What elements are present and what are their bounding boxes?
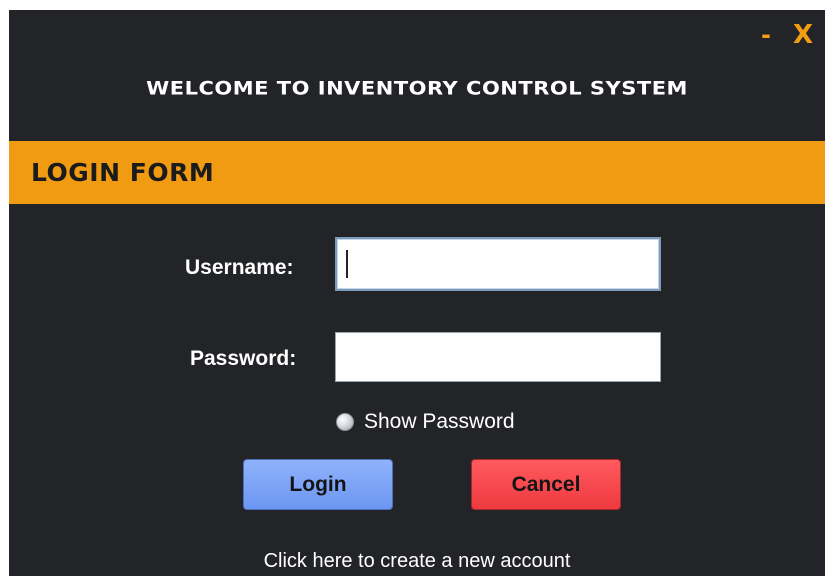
username-input[interactable] [335, 237, 661, 291]
create-account-link[interactable]: Click here to create a new account [9, 550, 825, 573]
password-label: Password: [190, 347, 297, 370]
login-window: - X WELCOME TO INVENTORY CONTROL SYSTEM … [9, 10, 825, 576]
form-header-label: LOGIN FORM [31, 158, 215, 187]
show-password-radio[interactable] [336, 413, 354, 431]
text-caret [346, 250, 348, 278]
show-password-toggle[interactable]: Show Password [336, 410, 515, 434]
window-title: WELCOME TO INVENTORY CONTROL SYSTEM [146, 77, 688, 99]
login-button[interactable]: Login [243, 459, 393, 510]
username-label: Username: [185, 256, 294, 279]
form-header-bar: LOGIN FORM [9, 141, 825, 204]
minimize-button[interactable]: - [761, 23, 771, 47]
password-input[interactable] [335, 332, 661, 382]
close-button[interactable]: X [793, 22, 813, 48]
cancel-button[interactable]: Cancel [471, 459, 621, 510]
show-password-label: Show Password [364, 410, 515, 433]
window-controls: - X [761, 22, 813, 48]
